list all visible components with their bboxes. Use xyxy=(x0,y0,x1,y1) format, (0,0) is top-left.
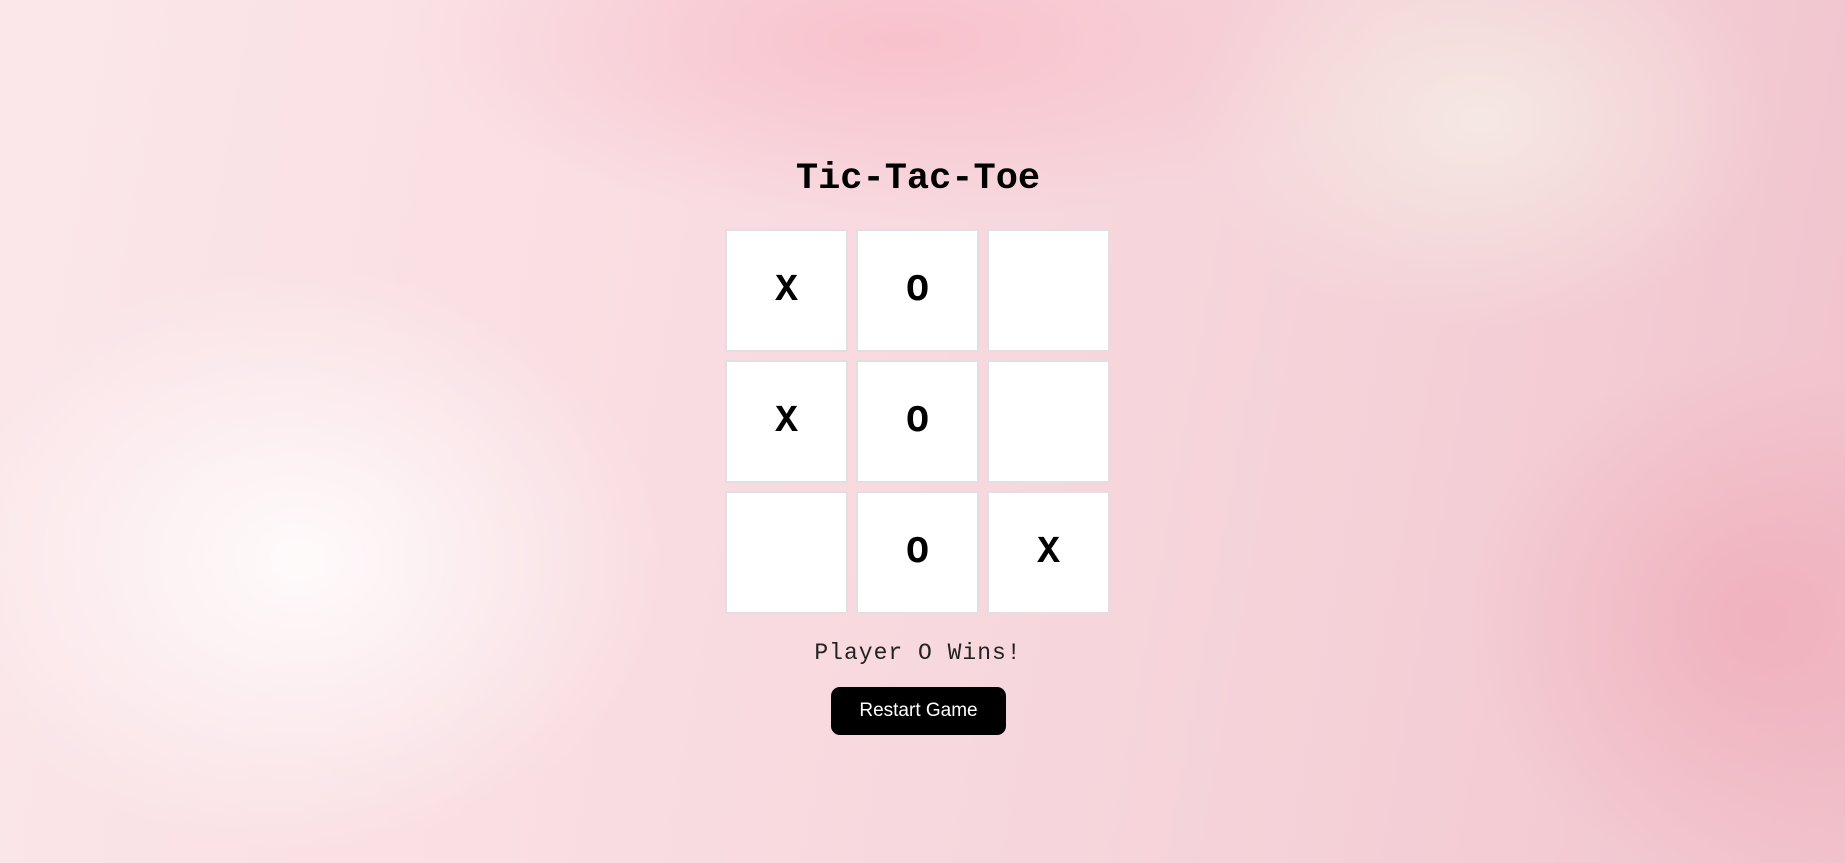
game-status-message: Player O Wins! xyxy=(814,640,1022,666)
board-cell-r3c1[interactable] xyxy=(725,491,848,614)
board-cell-r1c2[interactable]: O xyxy=(856,229,979,352)
board-cell-r1c1[interactable]: X xyxy=(725,229,848,352)
game-board: X O X O O X xyxy=(725,229,1111,615)
board-cell-r2c1[interactable]: X xyxy=(725,360,848,483)
restart-game-button[interactable]: Restart Game xyxy=(831,687,1006,735)
board-cell-r3c2[interactable]: O xyxy=(856,491,979,614)
board-cell-r2c3[interactable] xyxy=(987,360,1110,483)
game-container: Tic-Tac-Toe X O X O O X Player O Wins! R… xyxy=(0,0,1845,863)
game-title: Tic-Tac-Toe xyxy=(795,158,1041,200)
board-cell-r2c2[interactable]: O xyxy=(856,360,979,483)
board-cell-r3c3[interactable]: X xyxy=(987,491,1110,614)
board-cell-r1c3[interactable] xyxy=(987,229,1110,352)
